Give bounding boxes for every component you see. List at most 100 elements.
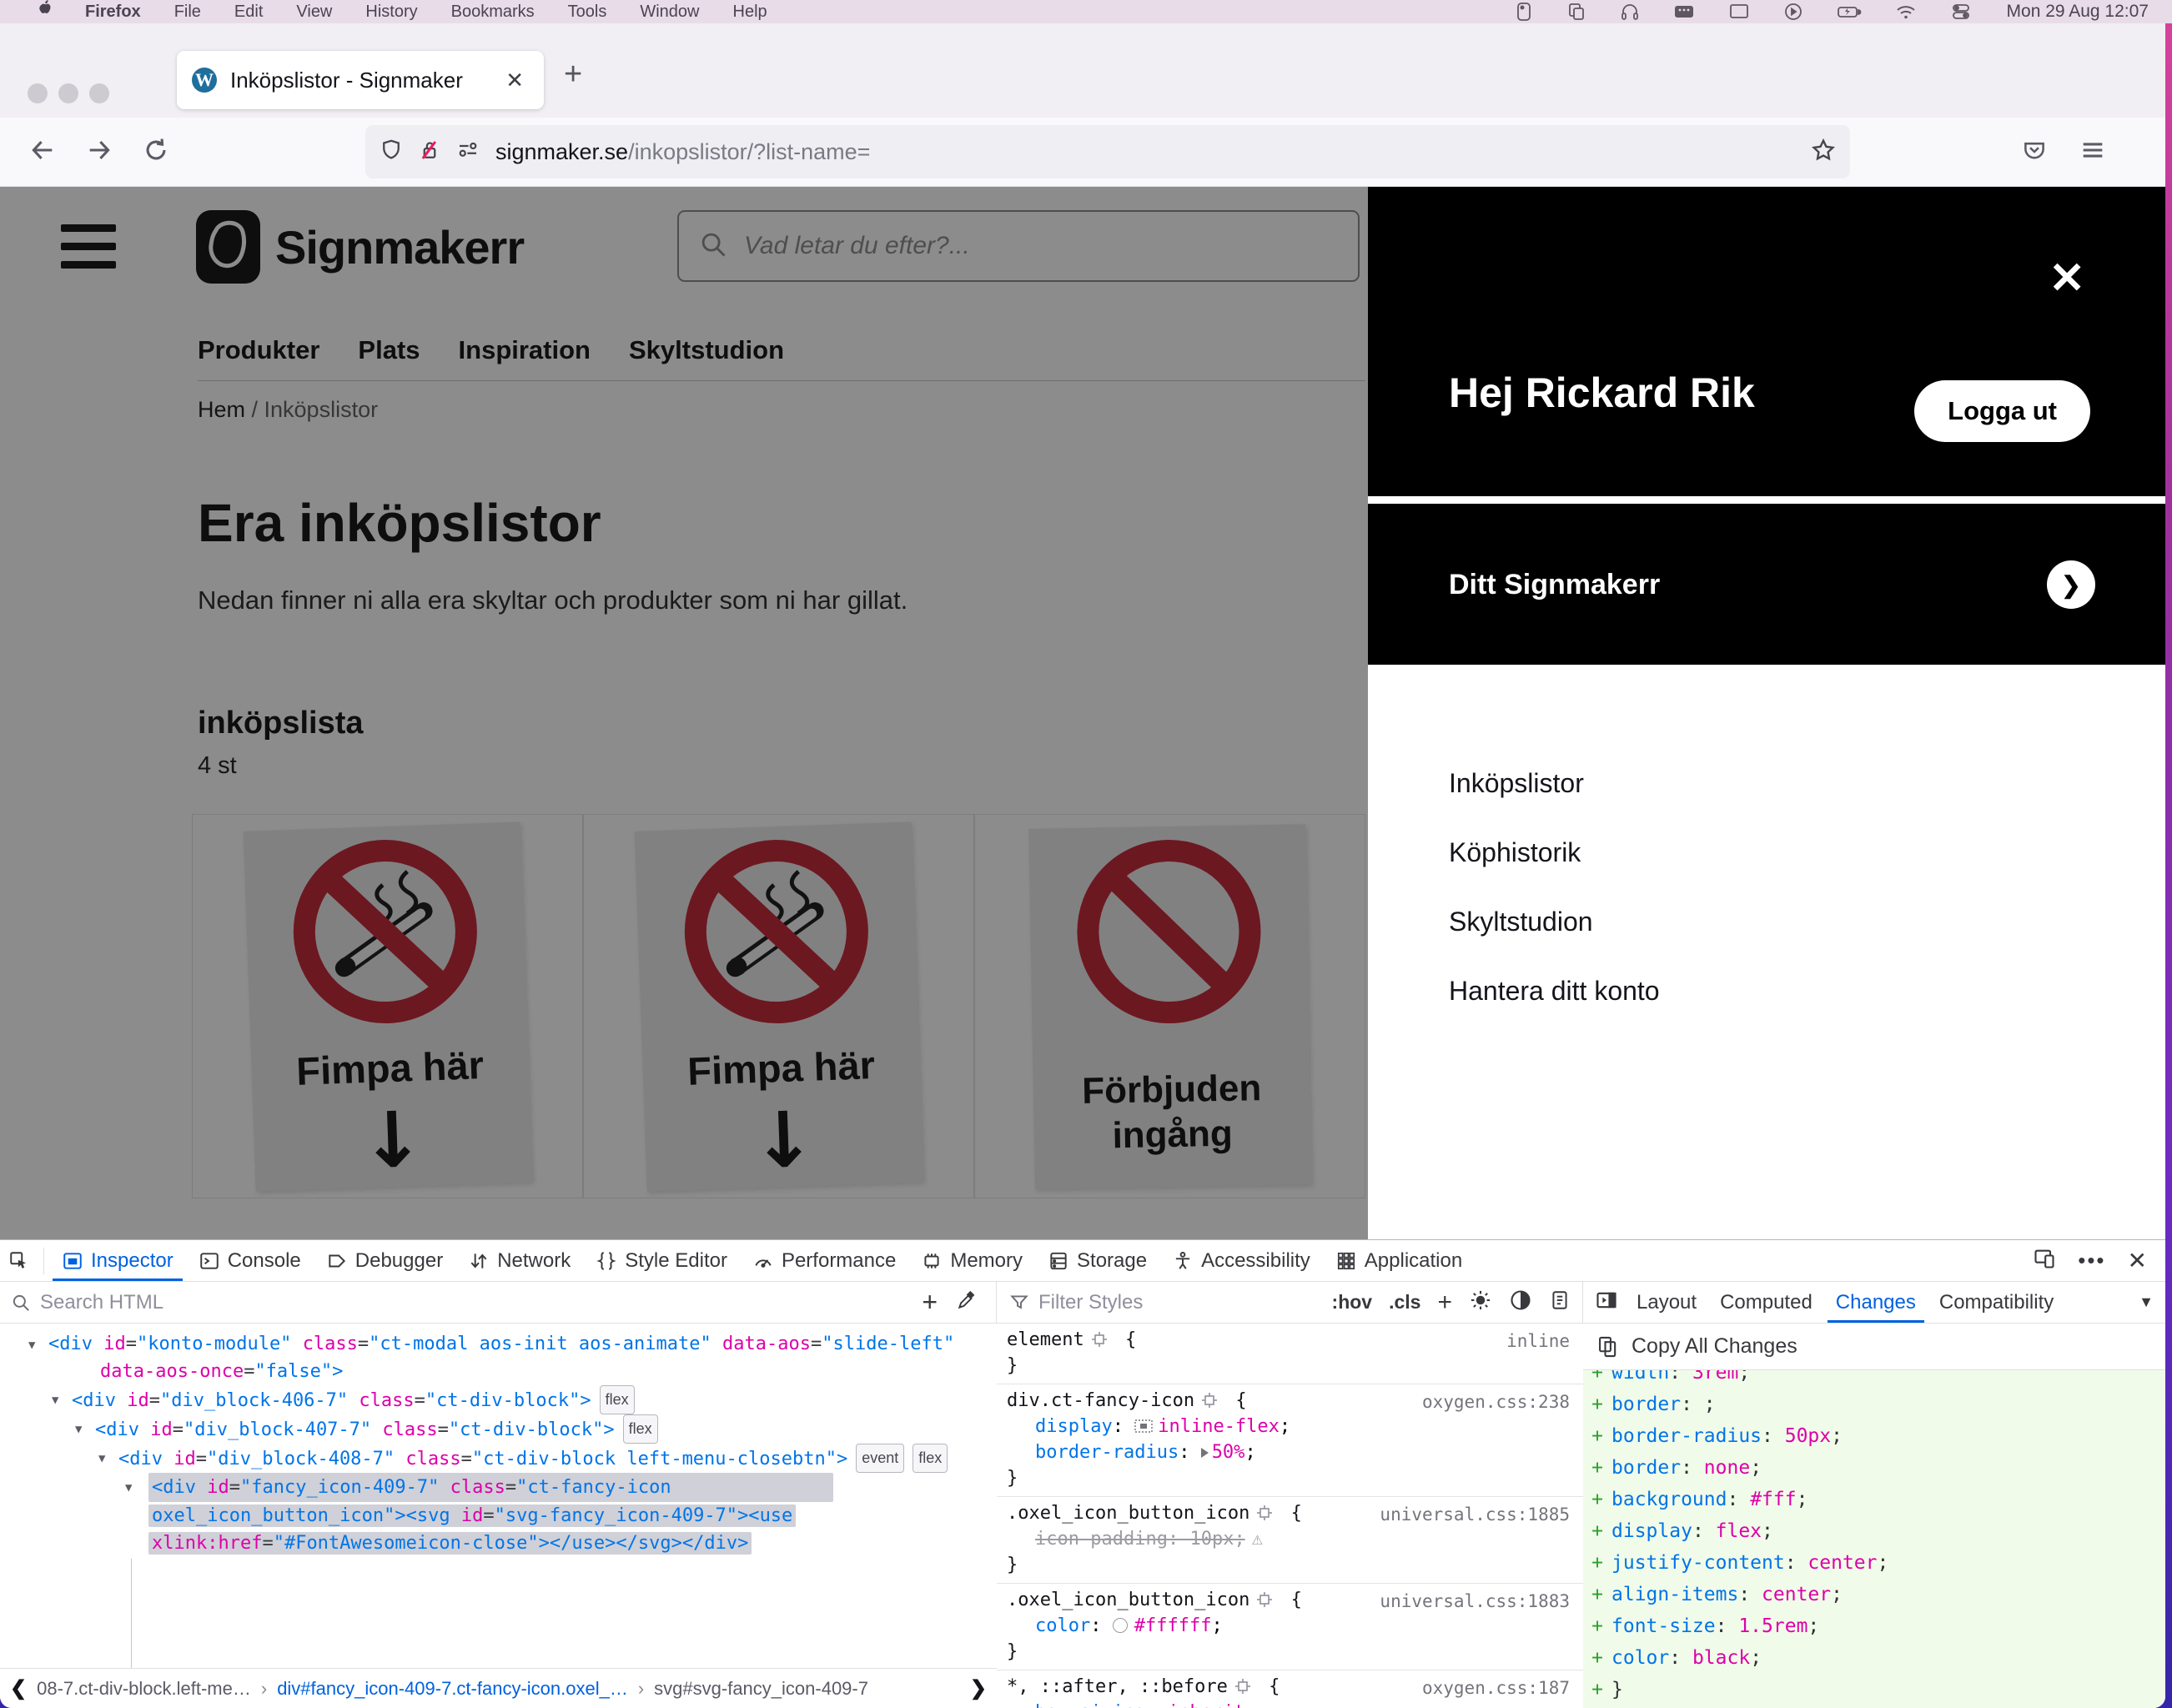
devtools-tab-storage[interactable]: Storage <box>1035 1240 1159 1281</box>
devtools-tab-accessibility[interactable]: Accessibility <box>1159 1240 1323 1281</box>
forward-button[interactable] <box>85 136 113 168</box>
sidebar-tabs-dropdown-icon[interactable]: ▼ <box>2139 1294 2154 1311</box>
close-icon[interactable]: ✕ <box>2049 257 2085 300</box>
markup-search[interactable]: Search HTML + <box>0 1282 997 1323</box>
copy-all-changes-button[interactable]: Copy All Changes <box>1583 1324 2165 1370</box>
menubar-item-window[interactable]: Window <box>640 3 699 22</box>
traffic-light-zoom[interactable] <box>89 83 109 103</box>
browser-tab[interactable]: W Inköpslistor - Signmaker ✕ <box>177 51 544 109</box>
sidebar-tab-compatibility[interactable]: Compatibility <box>1928 1282 2065 1323</box>
light-theme-icon[interactable] <box>1469 1289 1492 1317</box>
permissions-icon[interactable] <box>455 138 480 167</box>
keyboard-status-icon[interactable] <box>1673 2 1695 22</box>
play-status-icon[interactable] <box>1783 2 1803 22</box>
menubar-item-tools[interactable]: Tools <box>568 3 607 22</box>
new-tab-button[interactable]: + <box>564 57 582 93</box>
menubar-item-file[interactable]: File <box>174 3 201 22</box>
class-toggle[interactable]: .cls <box>1389 1291 1420 1314</box>
bookmark-star-icon[interactable] <box>1810 137 1837 168</box>
url-bar[interactable]: signmaker.se/inkopslistor/?list-name= <box>365 125 1850 178</box>
camera-status-icon[interactable] <box>1515 2 1533 22</box>
pocket-icon[interactable] <box>2020 136 2049 168</box>
badge-event[interactable]: event <box>856 1444 904 1473</box>
breadcrumb-scroll-left-icon[interactable]: ❮ <box>0 1676 37 1700</box>
markup-line[interactable]: ▼<div id="div_block-407-7" class="ct-div… <box>0 1414 997 1444</box>
contrast-icon[interactable] <box>1509 1289 1532 1317</box>
pseudo-class-toggle[interactable]: :hov <box>1332 1291 1373 1314</box>
filter-styles-input[interactable]: Filter Styles :hov .cls + <box>997 1282 1583 1323</box>
sidebar-tab-changes[interactable]: Changes <box>1824 1282 1928 1323</box>
markup-line[interactable]: ▼<div id="div_block-406-7" class="ct-div… <box>0 1385 997 1414</box>
tab-close-icon[interactable]: ✕ <box>500 68 529 93</box>
devtools-tab-network[interactable]: Network <box>455 1240 583 1281</box>
display-status-icon[interactable] <box>1728 2 1750 22</box>
stylesheet-link[interactable]: oxygen.css:238 <box>1422 1389 1570 1415</box>
css-rule[interactable]: element {inline} <box>997 1324 1583 1384</box>
css-declaration[interactable]: icon-padding: 10px;⚠ <box>997 1526 1583 1552</box>
devtools-meatball-menu-icon[interactable]: ••• <box>2078 1248 2105 1273</box>
shield-icon[interactable] <box>379 138 404 167</box>
reload-button[interactable] <box>142 136 170 168</box>
markup-line[interactable]: xlink:href="#FontAwesomeicon-close"></us… <box>0 1530 997 1557</box>
menubar-item-edit[interactable]: Edit <box>234 3 263 22</box>
css-declaration[interactable]: color: #ffffff; <box>997 1613 1583 1639</box>
css-declaration[interactable]: border-radius: 50%; <box>997 1439 1583 1465</box>
css-rule[interactable]: *, ::after, ::before {oxygen.css:187box-… <box>997 1670 1583 1708</box>
markup-line[interactable]: oxel_icon_button_icon"><svg id="svg-fanc… <box>0 1502 997 1530</box>
devtools-tab-performance[interactable]: Performance <box>740 1240 908 1281</box>
markup-breadcrumb-item[interactable]: div#fancy_icon-409-7.ct-fancy-icon.oxel_… <box>277 1678 628 1700</box>
battery-status-icon[interactable] <box>1837 2 1862 22</box>
expander-arrow-icon[interactable]: ▼ <box>28 1332 35 1359</box>
markup-breadcrumb-item[interactable]: svg#svg-fancy_icon-409-7 <box>654 1678 868 1700</box>
devtools-close-icon[interactable]: ✕ <box>2128 1247 2147 1274</box>
headphones-status-icon[interactable] <box>1620 2 1640 22</box>
devtools-tab-application[interactable]: Application <box>1323 1240 1475 1281</box>
menubar-item-view[interactable]: View <box>296 3 332 22</box>
insecure-lock-icon[interactable] <box>417 138 442 167</box>
changes-diff[interactable]: +width: 3rem;+border: ;+border-radius: 5… <box>1583 1370 2165 1708</box>
css-rule[interactable]: div.ct-fancy-icon {oxygen.css:238display… <box>997 1384 1583 1497</box>
expander-arrow-icon[interactable]: ▼ <box>52 1387 58 1414</box>
wifi-status-icon[interactable] <box>1895 2 1917 22</box>
sidebar-tab-computed[interactable]: Computed <box>1708 1282 1824 1323</box>
traffic-light-close[interactable] <box>28 83 48 103</box>
responsive-design-icon[interactable] <box>2033 1247 2056 1274</box>
markup-line[interactable]: data-aos-once="false"> <box>0 1358 997 1385</box>
account-menu-item[interactable]: Inköpslistor <box>1449 768 2165 814</box>
stylesheet-link[interactable]: universal.css:1883 <box>1380 1589 1570 1615</box>
back-button[interactable] <box>28 136 57 168</box>
markup-view[interactable]: ▼<div id="konto-module" class="ct-modal … <box>0 1324 997 1668</box>
markup-line[interactable]: ▼<div id="div_block-408-7" class="ct-div… <box>0 1444 997 1473</box>
devtools-tab-debugger[interactable]: Debugger <box>314 1240 455 1281</box>
stylesheet-link[interactable]: oxygen.css:187 <box>1422 1675 1570 1701</box>
menubar-item-bookmarks[interactable]: Bookmarks <box>451 3 535 22</box>
toggle-status-icon[interactable] <box>1950 2 1972 22</box>
account-menu-item[interactable]: Hantera ditt konto <box>1449 976 2165 1022</box>
app-menu-icon[interactable] <box>2079 136 2107 168</box>
account-section-bar[interactable]: Ditt Signmakerr ❯ <box>1368 504 2165 665</box>
logout-button[interactable]: Logga ut <box>1914 380 2090 442</box>
traffic-light-minimize[interactable] <box>58 83 78 103</box>
account-menu-item[interactable]: Köphistorik <box>1449 837 2165 883</box>
rules-view[interactable]: element {inline}div.ct-fancy-icon {oxyge… <box>997 1324 1583 1708</box>
devtools-tab-style-editor[interactable]: Style Editor <box>583 1240 740 1281</box>
menubar-item-help[interactable]: Help <box>733 3 767 22</box>
element-picker-icon[interactable] <box>0 1240 38 1281</box>
expander-arrow-icon[interactable]: ▼ <box>98 1445 105 1473</box>
account-menu-item[interactable]: Skyltstudion <box>1449 907 2165 952</box>
pages-status-icon[interactable] <box>1566 2 1586 22</box>
apple-menu-icon[interactable] <box>37 0 53 24</box>
add-node-icon[interactable]: + <box>922 1287 938 1318</box>
markup-breadcrumb-item[interactable]: 08-7.ct-div-block.left-me… <box>37 1678 251 1700</box>
markup-line[interactable]: ▼<div id="fancy_icon-409-7" class="ct-fa… <box>0 1473 997 1502</box>
badge-flex[interactable]: flex <box>623 1414 658 1444</box>
print-simulation-icon[interactable] <box>1549 1289 1571 1317</box>
menubar-item-firefox[interactable]: Firefox <box>85 3 141 22</box>
eyedropper-icon[interactable] <box>956 1289 978 1315</box>
devtools-tab-console[interactable]: Console <box>186 1240 314 1281</box>
expander-arrow-icon[interactable]: ▼ <box>125 1474 132 1502</box>
css-rule[interactable]: .oxel_icon_button_icon {universal.css:18… <box>997 1584 1583 1670</box>
css-declaration[interactable]: display: inline-flex; <box>997 1414 1583 1439</box>
sidebar-tab-layout[interactable]: Layout <box>1625 1282 1708 1323</box>
chevron-right-icon[interactable]: ❯ <box>2047 560 2095 609</box>
